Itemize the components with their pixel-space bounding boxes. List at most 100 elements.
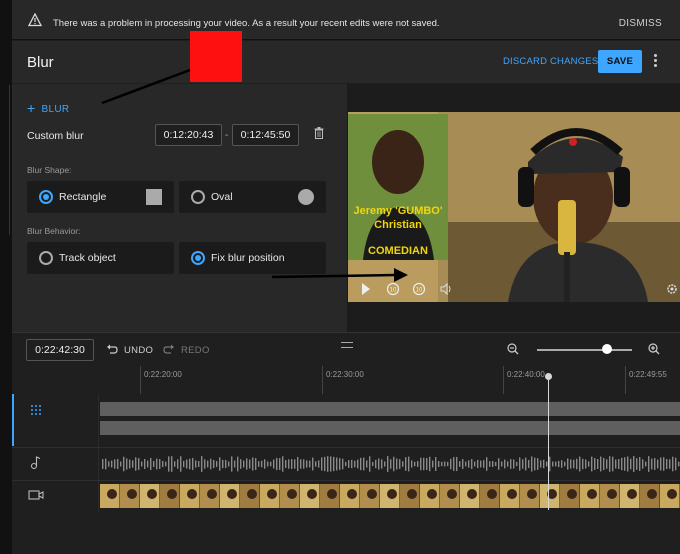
blur-grid-icon xyxy=(31,405,41,415)
video-preview[interactable]: Jeremy 'GUMBO' Christian COMEDIAN 10 10 xyxy=(347,84,680,332)
shape-option-oval[interactable]: Oval xyxy=(179,181,326,213)
waveform-bar xyxy=(645,461,647,467)
trash-icon[interactable] xyxy=(314,127,324,139)
thumbnail-figure xyxy=(467,489,477,499)
add-blur-button[interactable]: + BLUR xyxy=(27,99,70,116)
waveform-bar xyxy=(444,461,446,467)
waveform-bar xyxy=(528,459,530,469)
track-labels xyxy=(12,394,99,512)
warning-icon xyxy=(28,13,42,27)
undo-button[interactable]: UNDO xyxy=(124,345,153,356)
waveform-bar xyxy=(270,461,272,467)
radio-unselected-icon xyxy=(39,251,53,265)
add-blur-label: BLUR xyxy=(41,104,70,115)
behavior-option-track-object[interactable]: Track object xyxy=(27,242,174,274)
ruler-tick: 0:22:20:00 xyxy=(140,366,182,394)
waveform-bar xyxy=(213,460,215,468)
waveform-bar xyxy=(597,459,599,469)
behavior-option-fix-position[interactable]: Fix blur position xyxy=(179,242,326,274)
zoom-slider-track[interactable] xyxy=(537,349,632,351)
waveform-bar xyxy=(195,460,197,468)
playhead[interactable] xyxy=(548,376,549,510)
waveform-bar xyxy=(375,459,377,469)
shape-option-label: Oval xyxy=(211,191,233,203)
more-options-icon[interactable] xyxy=(652,54,658,70)
waveform-bar xyxy=(183,460,185,468)
waveform-bar xyxy=(336,457,338,471)
waveform-bar xyxy=(207,460,209,468)
waveform-bar xyxy=(522,459,524,469)
radio-unselected-icon xyxy=(191,190,205,204)
discard-changes-button[interactable]: DISCARD CHANGES xyxy=(503,56,598,67)
waveform-bar xyxy=(666,458,668,470)
ruler-tick: 0:22:40:00 xyxy=(503,366,545,394)
waveform-bar xyxy=(510,459,512,469)
waveform-bar xyxy=(432,460,434,468)
waveform-bar xyxy=(423,457,425,471)
waveform-bar xyxy=(483,460,485,468)
waveform-bar xyxy=(378,458,380,470)
blur-segment[interactable] xyxy=(100,421,680,435)
thumbnail-figure xyxy=(107,489,117,499)
waveform-bar xyxy=(639,457,641,471)
rectangle-shape-icon xyxy=(146,189,162,205)
waveform-bar xyxy=(246,458,248,470)
waveform-bar xyxy=(615,459,617,469)
waveform-bar xyxy=(570,459,572,469)
blur-end-time-input[interactable]: 0:12:45:50 xyxy=(232,124,299,146)
waveform-bar xyxy=(162,460,164,468)
waveform-bar xyxy=(321,457,323,471)
thumbnail-figure xyxy=(527,489,537,499)
waveform-bar xyxy=(402,461,404,467)
thumbnail-figure xyxy=(427,489,437,499)
warning-banner: There was a problem in processing your v… xyxy=(12,0,680,40)
redo-button[interactable]: REDO xyxy=(181,345,210,356)
waveform-bar xyxy=(330,456,332,472)
zoom-slider-handle[interactable] xyxy=(602,344,612,354)
timeline-ruler[interactable]: 0:22:20:00 0:22:30:00 0:22:40:00 0:22:49… xyxy=(12,366,680,394)
blur-segment[interactable] xyxy=(100,402,680,416)
waveform-bar xyxy=(576,458,578,470)
waveform-bar xyxy=(396,458,398,470)
waveform-bar xyxy=(531,456,533,472)
waveform-bar xyxy=(186,459,188,469)
overlay-text-line3: COMEDIAN xyxy=(368,245,428,257)
waveform-bar xyxy=(507,461,509,467)
video-frame: Jeremy 'GUMBO' Christian COMEDIAN xyxy=(348,112,680,302)
waveform-bar xyxy=(372,461,374,467)
waveform-bar xyxy=(420,457,422,471)
waveform-bar xyxy=(327,456,329,472)
volume-icon[interactable] xyxy=(439,282,453,296)
waveform-bar xyxy=(267,461,269,467)
zoom-in-icon[interactable] xyxy=(648,343,660,355)
rewind-10-icon[interactable]: 10 xyxy=(386,282,400,296)
save-button[interactable]: SAVE xyxy=(598,50,642,73)
waveform-bar xyxy=(471,459,473,469)
blur-start-time-input[interactable]: 0:12:20:43 xyxy=(155,124,222,146)
video-thumbnails[interactable] xyxy=(100,484,680,508)
waveform-bar xyxy=(393,456,395,472)
audio-waveform[interactable] xyxy=(100,452,680,476)
custom-blur-label: Custom blur xyxy=(27,130,84,142)
waveform-bar xyxy=(210,458,212,470)
waveform-bar xyxy=(426,458,428,470)
shape-option-rectangle[interactable]: Rectangle xyxy=(27,181,174,213)
waveform-bar xyxy=(636,458,638,470)
current-time-input[interactable]: 0:22:42:30 xyxy=(26,339,94,361)
resize-handle[interactable] xyxy=(341,342,353,348)
dismiss-button[interactable]: DISMISS xyxy=(619,18,662,29)
settings-gear-icon[interactable] xyxy=(666,282,678,296)
forward-10-icon[interactable]: 10 xyxy=(412,282,426,296)
waveform-bar xyxy=(135,457,137,471)
zoom-out-icon[interactable] xyxy=(507,343,519,355)
waveform-bar xyxy=(159,459,161,469)
waveform-bar xyxy=(603,457,605,471)
ruler-tick: 0:22:30:00 xyxy=(322,366,364,394)
play-icon[interactable] xyxy=(361,282,371,296)
waveform-bar xyxy=(192,457,194,471)
waveform-bar xyxy=(441,461,443,467)
waveform-bar xyxy=(429,456,431,472)
waveform-bar xyxy=(234,460,236,468)
thumbnail-figure xyxy=(647,489,657,499)
waveform-bar xyxy=(303,459,305,469)
